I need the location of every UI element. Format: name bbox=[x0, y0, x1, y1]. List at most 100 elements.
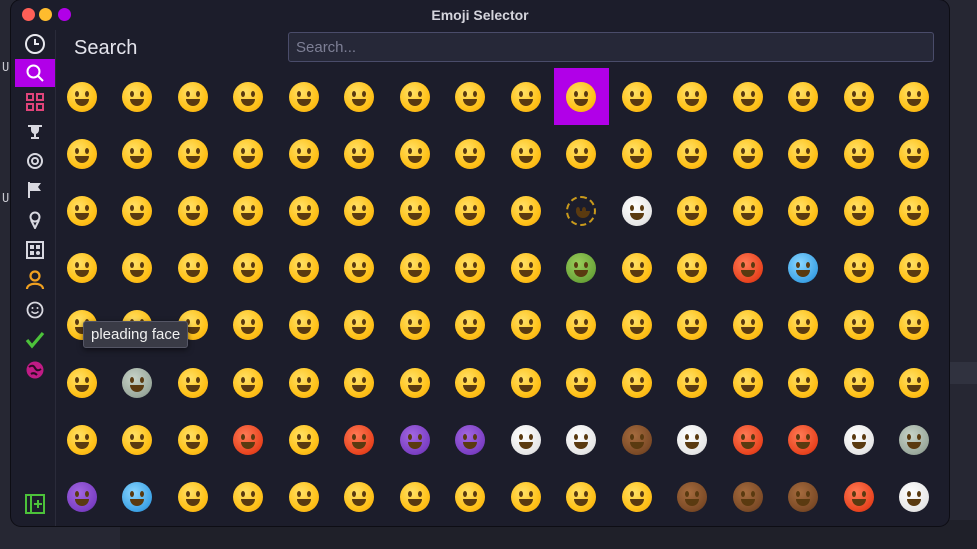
emoji-grinning-face-with-big-eyes[interactable] bbox=[110, 68, 166, 125]
emoji-confounded-face[interactable] bbox=[665, 354, 721, 411]
emoji-face-without-mouth[interactable] bbox=[498, 182, 554, 239]
emoji-face-with-raised-eyebrow[interactable] bbox=[332, 182, 388, 239]
emoji-winking-face-with-tongue[interactable] bbox=[554, 125, 610, 182]
sidebar-item-add[interactable] bbox=[15, 490, 55, 518]
emoji-face-with-crossed-out-eyes[interactable] bbox=[887, 240, 943, 297]
emoji-yawning-face[interactable] bbox=[110, 411, 166, 468]
emoji-hot-face[interactable] bbox=[720, 240, 776, 297]
emoji-confused-face[interactable] bbox=[498, 297, 554, 354]
sidebar-item-smileys[interactable] bbox=[15, 296, 55, 324]
sidebar-item-people[interactable] bbox=[15, 266, 55, 294]
close-window-button[interactable] bbox=[22, 8, 35, 21]
emoji-face-with-open-eyes-and-hand-over-mouth[interactable] bbox=[887, 125, 943, 182]
emoji-hushed-face[interactable] bbox=[831, 297, 887, 354]
emoji-rolling-on-the-floor-laughing[interactable] bbox=[387, 68, 443, 125]
title-bar[interactable]: Emoji Selector bbox=[11, 0, 949, 30]
emoji-weary-face[interactable] bbox=[887, 354, 943, 411]
emoji-sleeping-face[interactable] bbox=[332, 240, 388, 297]
emoji-face-in-clouds[interactable] bbox=[609, 182, 665, 239]
emoji-face-holding-back-tears[interactable] bbox=[165, 354, 221, 411]
emoji-enraged-face[interactable] bbox=[221, 411, 277, 468]
emoji-woozy-face[interactable] bbox=[831, 240, 887, 297]
emoji-nerd-face[interactable] bbox=[387, 297, 443, 354]
emoji-partying-face[interactable] bbox=[221, 297, 277, 354]
sidebar-item-symbols[interactable] bbox=[15, 236, 55, 264]
emoji-kiss-mark[interactable] bbox=[831, 468, 887, 525]
emoji-face-with-thermometer[interactable] bbox=[443, 240, 499, 297]
emoji-fearful-face[interactable] bbox=[332, 354, 388, 411]
emoji-crying-face[interactable] bbox=[498, 354, 554, 411]
emoji-smiling-face-with-horns[interactable] bbox=[387, 411, 443, 468]
emoji-astonished-face[interactable] bbox=[887, 297, 943, 354]
emoji-face-with-diagonal-mouth[interactable] bbox=[554, 297, 610, 354]
emoji-squinting-face-with-tongue[interactable] bbox=[665, 125, 721, 182]
emoji-smirking-face[interactable] bbox=[665, 182, 721, 239]
emoji-face-screaming-in-fear[interactable] bbox=[609, 354, 665, 411]
emoji-face-with-open-mouth[interactable] bbox=[776, 297, 832, 354]
emoji-kissing-cat[interactable] bbox=[443, 468, 499, 525]
emoji-hear-no-evil-monkey[interactable] bbox=[720, 468, 776, 525]
emoji-smiling-face-with-smiling-eyes[interactable] bbox=[720, 68, 776, 125]
emoji-dotted-line-face[interactable] bbox=[554, 182, 610, 239]
emoji-relieved-face[interactable] bbox=[110, 240, 166, 297]
maximize-window-button[interactable] bbox=[58, 8, 71, 21]
emoji-ogre[interactable] bbox=[720, 411, 776, 468]
emoji-star-struck[interactable] bbox=[54, 125, 110, 182]
emoji-grinning-face[interactable] bbox=[54, 68, 110, 125]
emoji-alien[interactable] bbox=[887, 411, 943, 468]
emoji-smiling-face-with-open-hands[interactable] bbox=[776, 125, 832, 182]
emoji-zipper-mouth-face[interactable] bbox=[276, 182, 332, 239]
emoji-face-blowing-a-kiss[interactable] bbox=[110, 125, 166, 182]
emoji-frowning-face[interactable] bbox=[720, 297, 776, 354]
emoji-angry-face[interactable] bbox=[276, 411, 332, 468]
emoji-anxious-face-with-sweat[interactable] bbox=[387, 354, 443, 411]
emoji-sleepy-face[interactable] bbox=[221, 240, 277, 297]
emoji-face-with-rolling-eyes[interactable] bbox=[776, 182, 832, 239]
emoji-grinning-cat-with-smiling-eyes[interactable] bbox=[221, 468, 277, 525]
emoji-anguished-face[interactable] bbox=[276, 354, 332, 411]
emoji-slightly-smiling-face[interactable] bbox=[498, 68, 554, 125]
emoji-see-no-evil-monkey[interactable] bbox=[665, 468, 721, 525]
emoji-disguised-face[interactable] bbox=[276, 297, 332, 354]
emoji-pleading-face[interactable] bbox=[110, 354, 166, 411]
emoji-cat-with-tears-of-joy[interactable] bbox=[276, 468, 332, 525]
sidebar-item-recent[interactable] bbox=[15, 30, 55, 58]
emoji-smiling-face-with-sunglasses[interactable] bbox=[332, 297, 388, 354]
emoji-grinning-squinting-face[interactable] bbox=[276, 68, 332, 125]
sidebar-item-travel[interactable] bbox=[15, 356, 55, 384]
emoji-skull-and-crossbones[interactable] bbox=[554, 411, 610, 468]
emoji-face-with-hand-over-mouth[interactable] bbox=[831, 125, 887, 182]
emoji-alien-monster[interactable] bbox=[54, 468, 110, 525]
emoji-face-with-medical-mask[interactable] bbox=[387, 240, 443, 297]
emoji-cold-face[interactable] bbox=[776, 240, 832, 297]
emoji-tired-face[interactable] bbox=[54, 411, 110, 468]
emoji-face-with-peeking-eye[interactable] bbox=[54, 182, 110, 239]
sidebar-item-check[interactable] bbox=[15, 326, 55, 354]
emoji-melting-face[interactable] bbox=[609, 68, 665, 125]
emoji-angry-face-with-horns[interactable] bbox=[443, 411, 499, 468]
emoji-kissing-face-with-closed-eyes[interactable] bbox=[276, 125, 332, 182]
emoji-frowning-face-with-open-mouth[interactable] bbox=[221, 354, 277, 411]
emoji-smiling-face-with-hearts[interactable] bbox=[831, 68, 887, 125]
emoji-money-mouth-face[interactable] bbox=[720, 125, 776, 182]
emoji-winking-face[interactable] bbox=[665, 68, 721, 125]
emoji-weary-cat[interactable] bbox=[498, 468, 554, 525]
emoji-pouting-cat[interactable] bbox=[609, 468, 665, 525]
emoji-unamused-face[interactable] bbox=[720, 182, 776, 239]
emoji-flushed-face[interactable] bbox=[54, 354, 110, 411]
emoji-kissing-face[interactable] bbox=[165, 125, 221, 182]
sidebar-item-activity[interactable] bbox=[15, 147, 55, 175]
sidebar-item-grid[interactable] bbox=[15, 88, 55, 116]
emoji-drooling-face[interactable] bbox=[276, 240, 332, 297]
sidebar-item-trophy[interactable] bbox=[15, 118, 55, 146]
emoji-expressionless-face[interactable] bbox=[443, 182, 499, 239]
emoji-disappointed-face[interactable] bbox=[776, 354, 832, 411]
emoji-smiling-face-with-heart-eyes[interactable] bbox=[887, 68, 943, 125]
emoji-shushing-face[interactable] bbox=[110, 182, 166, 239]
emoji-smiling-cat-with-heart-eyes[interactable] bbox=[332, 468, 388, 525]
emoji-face-with-tears-of-joy[interactable] bbox=[443, 68, 499, 125]
emoji-pensive-face[interactable] bbox=[165, 240, 221, 297]
sidebar-item-flags[interactable] bbox=[15, 176, 55, 204]
emoji-face-vomiting[interactable] bbox=[609, 240, 665, 297]
emoji-clown-face[interactable] bbox=[665, 411, 721, 468]
